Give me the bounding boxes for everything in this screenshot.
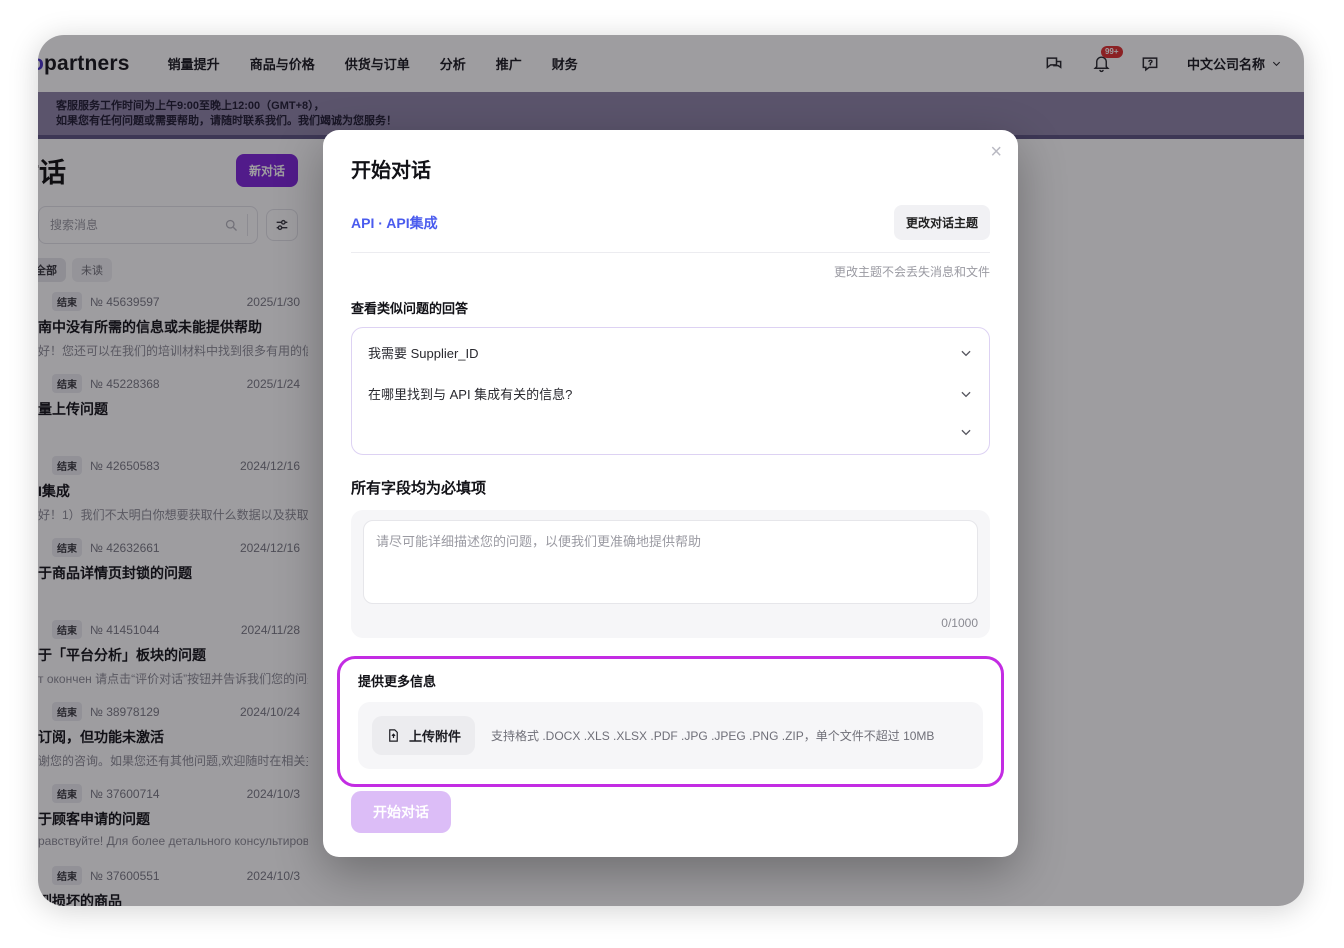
change-topic-note: 更改主题不会丢失消息和文件 bbox=[351, 263, 990, 280]
char-counter: 0/1000 bbox=[363, 616, 978, 630]
question-item[interactable]: 我需要 Supplier_ID bbox=[368, 332, 973, 373]
required-fields-heading: 所有字段均为必填项 bbox=[351, 477, 990, 498]
upload-attachment-button[interactable]: 上传附件 bbox=[372, 716, 475, 755]
question-text: 在哪里找到与 API 集成有关的信息? bbox=[368, 384, 572, 403]
modal-title: 开始对话 bbox=[351, 154, 990, 183]
upload-file-icon bbox=[386, 728, 401, 743]
topic-row: API · API集成 更改对话主题 bbox=[351, 205, 990, 240]
similar-questions-label: 查看类似问题的回答 bbox=[351, 298, 990, 317]
question-text: 我需要 Supplier_ID bbox=[368, 343, 479, 362]
app-window: opartners 销量提升 商品与价格 供货与订单 分析 推广 财务 99+ bbox=[38, 35, 1304, 906]
question-item[interactable]: 在哪里找到与 API 集成有关的信息? bbox=[368, 373, 973, 414]
upload-button-label: 上传附件 bbox=[409, 726, 461, 745]
question-item[interactable] bbox=[368, 414, 973, 450]
start-conversation-button[interactable]: 开始对话 bbox=[351, 791, 451, 833]
topic-divider bbox=[351, 252, 990, 253]
page: opartners 销量提升 商品与价格 供货与订单 分析 推广 财务 99+ bbox=[0, 0, 1344, 948]
description-panel: 0/1000 bbox=[351, 510, 990, 638]
more-info-label: 提供更多信息 bbox=[358, 671, 983, 690]
similar-questions-box: 我需要 Supplier_ID 在哪里找到与 API 集成有关的信息? bbox=[351, 327, 990, 455]
change-topic-button[interactable]: 更改对话主题 bbox=[894, 205, 990, 240]
chevron-down-icon bbox=[959, 387, 973, 401]
close-icon[interactable]: × bbox=[990, 142, 1002, 162]
upload-panel: 上传附件 支持格式 .DOCX .XLS .XLSX .PDF .JPG .JP… bbox=[358, 702, 983, 769]
upload-highlight-ring: 提供更多信息 上传附件 支持格式 .DOCX .XLS .XLSX .PDF .… bbox=[337, 656, 1004, 787]
problem-description-textarea[interactable] bbox=[363, 520, 978, 604]
chevron-down-icon bbox=[959, 425, 973, 439]
topic-link[interactable]: API · API集成 bbox=[351, 213, 438, 233]
upload-hint: 支持格式 .DOCX .XLS .XLSX .PDF .JPG .JPEG .P… bbox=[491, 727, 934, 744]
chevron-down-icon bbox=[959, 346, 973, 360]
start-conversation-modal: × 开始对话 API · API集成 更改对话主题 更改主题不会丢失消息和文件 … bbox=[323, 130, 1018, 857]
